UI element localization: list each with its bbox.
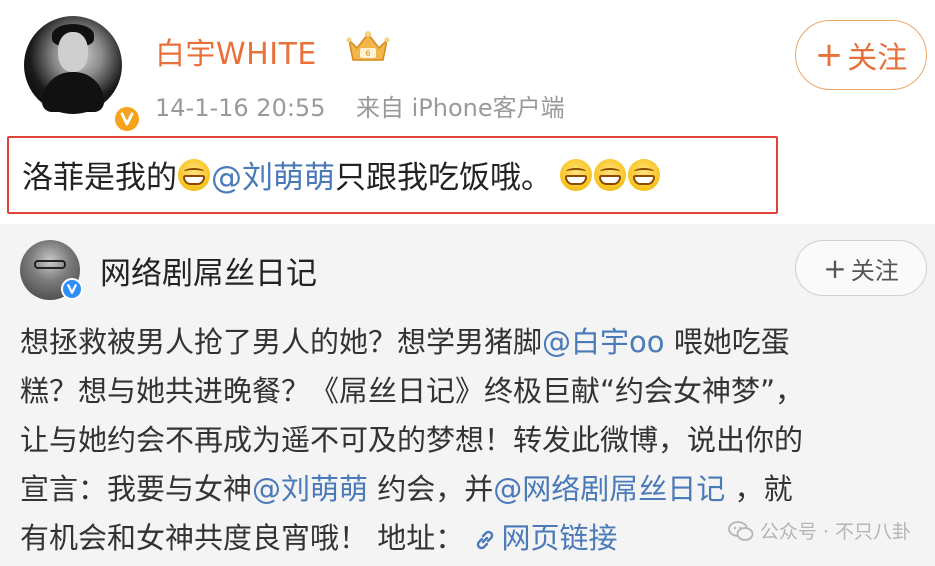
web-link[interactable]: 网页链接 [473,521,617,555]
follow-label: 关注 [847,41,908,76]
post-timestamp: 14-1-16 20:55 [155,94,326,122]
repost-text: 宣言：我要与女神 [20,472,253,506]
wechat-icon [727,520,754,541]
repost-text: 想拯救被男人抢了男人的她？想学男猪脚 [20,325,543,359]
grin-emoji-icon [628,158,660,191]
grin-emoji-icon [594,158,626,191]
repost-line-1: 想拯救被男人抢了男人的她？想学男猪脚@白宇oo 喂她吃蛋 [20,318,920,367]
mention-link[interactable]: @网络剧屌丝日记 [493,472,725,506]
plus-icon: + [823,251,847,285]
post-text-part1: 洛菲是我的 [22,160,177,196]
watermark: 公众号 · 不只八卦 [727,517,911,544]
grin-emoji-icon [178,158,210,191]
mention-link[interactable]: @刘萌萌 [211,152,335,197]
follow-button[interactable]: + 关注 [795,20,927,90]
post-meta: 14-1-16 20:55 来自 iPhone客户端 [155,88,565,123]
watermark-text: 公众号 · 不只八卦 [759,521,911,543]
web-link-label: 网页链接 [501,521,618,555]
repost-follow-button[interactable]: + 关注 [795,240,927,296]
reposted-card[interactable]: 网络剧屌丝日记 + 关注 想拯救被男人抢了男人的她？想学男猪脚@白宇oo 喂她吃… [0,224,935,566]
avatar-glasses [34,260,66,269]
repost-author-username[interactable]: 网络剧屌丝日记 [100,248,317,293]
repost-text: ，就 [725,472,793,506]
mention-link[interactable]: @白宇oo [542,325,665,359]
follow-label: 关注 [850,256,899,285]
repost-text: 约会，并 [368,472,494,506]
repost-line-4: 宣言：我要与女神@刘萌萌 约会，并@网络剧屌丝日记 ，就 [20,465,920,514]
repost-line-2: 糕？想与她共进晚餐？《屌丝日记》终极巨献“约会女神梦”， [20,374,805,408]
svg-text:6: 6 [365,49,370,58]
author-username[interactable]: 白宇WHITE [155,29,317,73]
verified-orange-badge-icon [112,104,142,134]
verified-blue-badge-icon [61,278,83,300]
author-avatar[interactable] [24,16,142,134]
post-source[interactable]: 来自 iPhone客户端 [356,94,565,122]
crown-member-icon: 6 [346,31,390,61]
plus-icon: + [814,35,844,75]
grin-emoji-icon [560,158,592,191]
avatar-face [58,32,88,72]
repost-text: 喂她吃蛋 [664,325,790,359]
mention-link[interactable]: @刘萌萌 [252,472,368,506]
post-body: 洛菲是我的 @刘萌萌 只跟我吃饭哦。 [22,152,661,197]
repost-line-3: 让与她约会不再成为遥不可及的梦想！转发此微博，说出你的 [20,423,804,457]
link-icon [477,530,494,550]
avatar-body [42,72,104,112]
post-text-part2: 只跟我吃饭哦。 [335,160,552,196]
repost-text: 有机会和女神共度良宵哦！ 地址： [20,521,465,555]
